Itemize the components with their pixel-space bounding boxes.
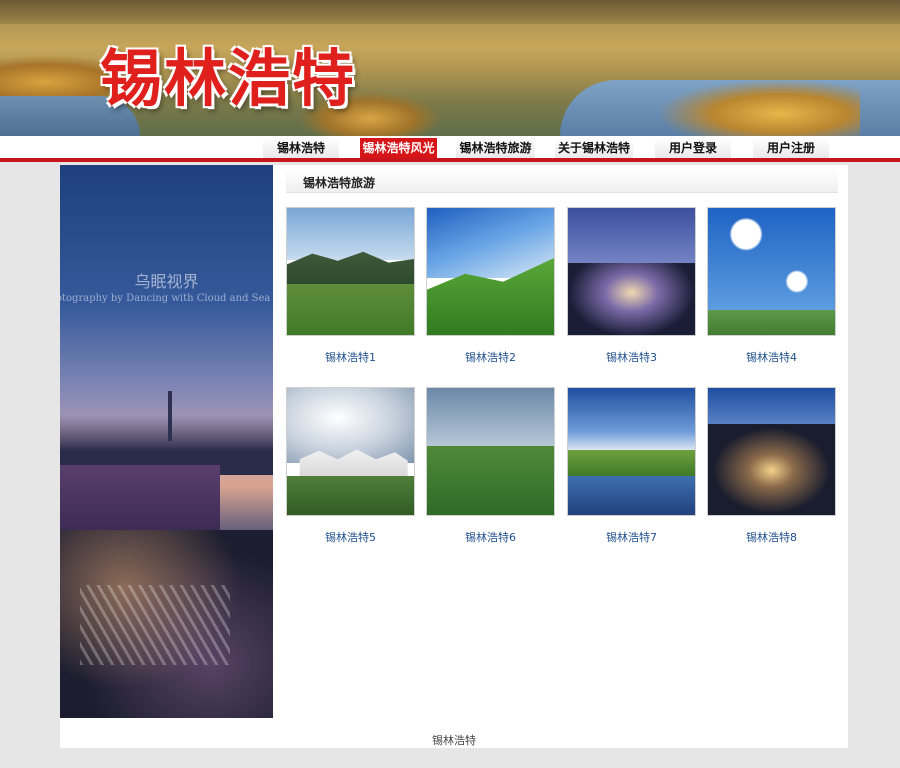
banner-trees — [660, 80, 860, 136]
nav-item-tourism[interactable]: 锡林浩特旅游 — [456, 138, 535, 158]
gallery-caption-7[interactable]: 锡林浩特7 — [567, 529, 696, 545]
photo-watermark-title: 乌眠视界 — [134, 272, 199, 291]
gallery-thumb-5[interactable] — [286, 387, 415, 516]
nav-item-about[interactable]: 关于锡林浩特 — [555, 138, 633, 158]
gallery-thumb-8[interactable] — [707, 387, 836, 516]
gallery-caption-2[interactable]: 锡林浩特2 — [426, 349, 555, 365]
city-mall — [60, 465, 220, 535]
nav-divider — [0, 158, 900, 162]
gallery-caption-4[interactable]: 锡林浩特4 — [707, 349, 836, 365]
nav-item-register[interactable]: 用户注册 — [753, 138, 829, 158]
gallery-thumb-3[interactable] — [567, 207, 696, 336]
gallery-thumb-6[interactable] — [426, 387, 555, 516]
photo-watermark-text: otography by Dancing with Cloud and Sea — [60, 293, 271, 304]
banner-hill — [0, 0, 900, 24]
nav-item-home[interactable]: 锡林浩特 — [263, 138, 339, 158]
section-title: 锡林浩特旅游 — [303, 176, 376, 190]
site-logo-title: 锡林浩特 — [100, 42, 357, 115]
gallery-thumb-1[interactable] — [286, 207, 415, 336]
footer-text: 锡林浩特 — [432, 734, 476, 747]
gallery-thumb-4[interactable] — [707, 207, 836, 336]
gallery-caption-5[interactable]: 锡林浩特5 — [286, 529, 415, 545]
crosswalk — [80, 585, 230, 665]
gallery-caption-1[interactable]: 锡林浩特1 — [286, 349, 415, 365]
gallery-caption-3[interactable]: 锡林浩特3 — [567, 349, 696, 365]
main-content: 乌眠视界 otography by Dancing with Cloud and… — [60, 165, 848, 748]
city-tower — [168, 391, 172, 441]
gallery-thumb-7[interactable] — [567, 387, 696, 516]
gallery-thumb-2[interactable] — [426, 207, 555, 336]
nav-item-login[interactable]: 用户登录 — [655, 138, 731, 158]
sidebar-city-photo: 乌眠视界 otography by Dancing with Cloud and… — [60, 165, 273, 718]
main-nav: 锡林浩特 锡林浩特风光 锡林浩特旅游 关于锡林浩特 用户登录 用户注册 — [0, 136, 900, 158]
section-header: 锡林浩特旅游 — [286, 169, 838, 193]
header-banner: 锡林浩特 — [0, 0, 900, 136]
gallery-caption-6[interactable]: 锡林浩特6 — [426, 529, 555, 545]
gallery-caption-8[interactable]: 锡林浩特8 — [707, 529, 836, 545]
nav-item-scenery[interactable]: 锡林浩特风光 — [360, 138, 437, 158]
